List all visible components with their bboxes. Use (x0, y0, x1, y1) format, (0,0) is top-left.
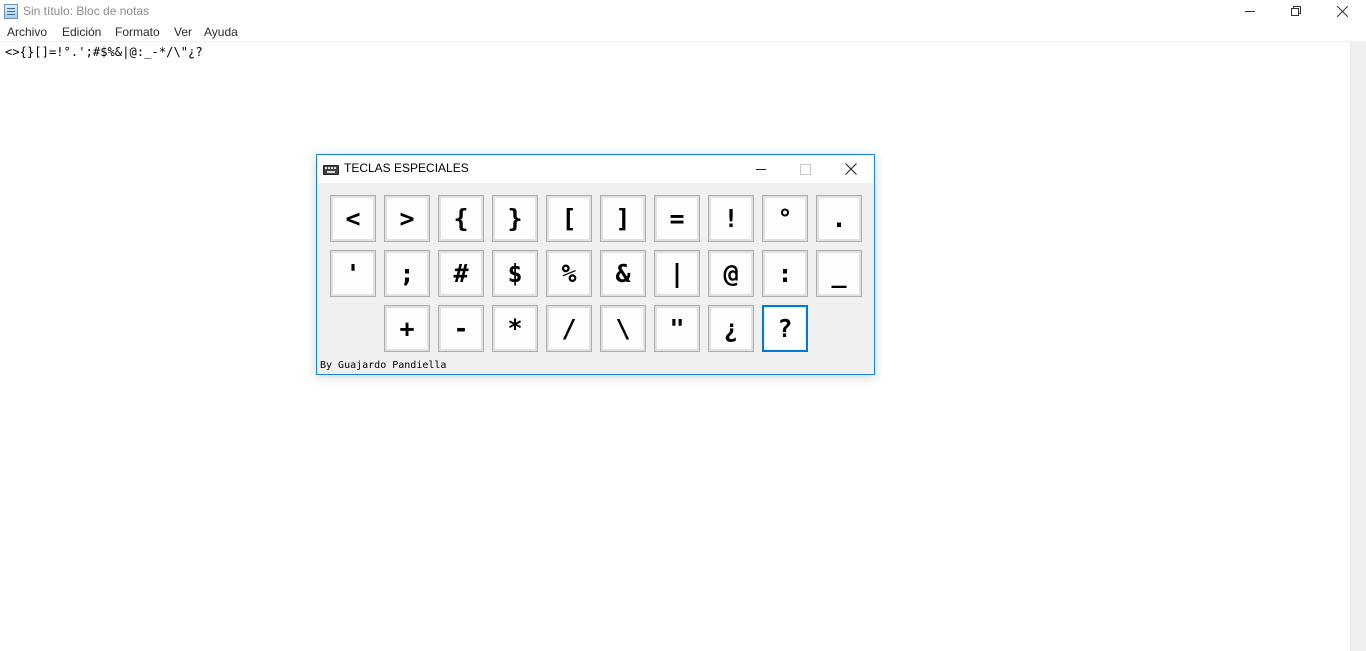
key-backslash[interactable]: \ (600, 305, 646, 352)
editor-content: <>{}[]=!°.';#$%&|@:_-*/\"¿? (5, 45, 203, 59)
menu-edicion[interactable]: Edición (62, 25, 101, 39)
menu-formato[interactable]: Formato (115, 25, 160, 39)
key-apostrophe[interactable]: ' (330, 250, 376, 297)
dialog-maximize-button (783, 155, 827, 183)
key-exclamation[interactable]: ! (708, 195, 754, 242)
key-close-brace[interactable]: } (492, 195, 538, 242)
key-less-than[interactable]: < (330, 195, 376, 242)
maximize-icon (799, 163, 811, 175)
keyboard-icon (323, 165, 339, 175)
key-question[interactable]: ? (762, 305, 808, 352)
key-colon[interactable]: : (762, 250, 808, 297)
vertical-scrollbar[interactable] (1350, 42, 1366, 651)
key-inverted-question[interactable]: ¿ (708, 305, 754, 352)
menu-ayuda[interactable]: Ayuda (204, 25, 238, 39)
key-underscore[interactable]: _ (816, 250, 862, 297)
restore-button[interactable] (1273, 0, 1319, 23)
key-open-brace[interactable]: { (438, 195, 484, 242)
notepad-icon (4, 4, 18, 19)
dialog-minimize-button[interactable] (739, 155, 783, 183)
minimize-icon (1244, 11, 1255, 12)
key-semicolon[interactable]: ; (384, 250, 430, 297)
menu-archivo[interactable]: Archivo (7, 25, 47, 39)
credit-label: By Guajardo Pandiella (320, 360, 447, 371)
menu-ver[interactable]: Ver (174, 25, 192, 39)
window-title: Sin título: Bloc de notas (23, 4, 150, 18)
key-ampersand[interactable]: & (600, 250, 646, 297)
minimize-icon (755, 168, 766, 170)
key-dollar[interactable]: $ (492, 250, 538, 297)
close-icon (1336, 6, 1348, 17)
special-keys-dialog: TECLAS ESPECIALES < > { } [ ] = ! ° . ' … (316, 154, 875, 375)
key-greater-than[interactable]: > (384, 195, 430, 242)
key-open-bracket[interactable]: [ (546, 195, 592, 242)
menu-bar: Archivo Edición Formato Ver Ayuda (0, 23, 1366, 42)
restore-icon (1290, 6, 1301, 16)
notepad-titlebar: Sin título: Bloc de notas (0, 0, 1366, 23)
key-hash[interactable]: # (438, 250, 484, 297)
key-at[interactable]: @ (708, 250, 754, 297)
close-button[interactable] (1319, 0, 1365, 23)
key-percent[interactable]: % (546, 250, 592, 297)
key-pipe[interactable]: | (654, 250, 700, 297)
key-asterisk[interactable]: * (492, 305, 538, 352)
key-degree[interactable]: ° (762, 195, 808, 242)
key-period[interactable]: . (816, 195, 862, 242)
dialog-title: TECLAS ESPECIALES (344, 161, 469, 175)
key-slash[interactable]: / (546, 305, 592, 352)
key-minus[interactable]: - (438, 305, 484, 352)
dialog-titlebar: TECLAS ESPECIALES (317, 155, 874, 183)
minimize-button[interactable] (1227, 0, 1273, 23)
dialog-close-button[interactable] (829, 155, 873, 183)
key-equals[interactable]: = (654, 195, 700, 242)
key-plus[interactable]: + (384, 305, 430, 352)
key-close-bracket[interactable]: ] (600, 195, 646, 242)
key-double-quote[interactable]: " (654, 305, 700, 352)
close-icon (845, 163, 857, 175)
